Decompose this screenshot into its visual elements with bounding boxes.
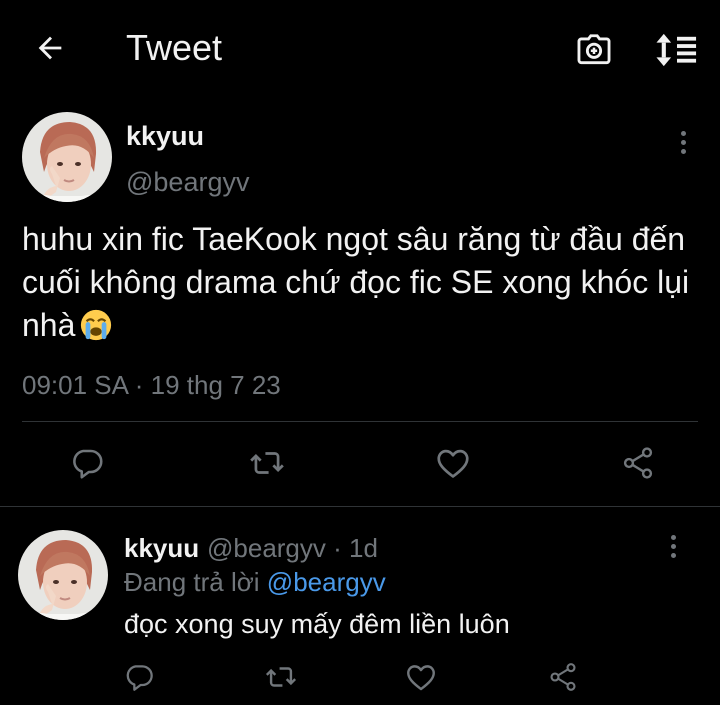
retweet-button[interactable] xyxy=(242,438,292,488)
page-title: Tweet xyxy=(126,27,223,68)
reply-like-button[interactable] xyxy=(396,652,446,702)
reply-share-button[interactable] xyxy=(538,652,588,702)
profile-photo xyxy=(22,112,112,202)
like-button[interactable] xyxy=(428,438,478,488)
loudly-crying-face-icon xyxy=(81,309,112,341)
tweet-text: huhu xin fic TaeKook ngọt sâu răng từ đầ… xyxy=(22,221,690,343)
avatar[interactable] xyxy=(22,112,112,202)
reply-avatar[interactable] xyxy=(18,530,108,620)
reply-handle-time: @beargyv · 1d xyxy=(207,533,378,563)
replying-to: Đang trả lời @beargyv xyxy=(124,567,386,597)
arrow-left-icon xyxy=(38,36,62,60)
share-icon xyxy=(550,663,576,691)
share-button[interactable] xyxy=(613,438,663,488)
reply-retweet-button[interactable] xyxy=(256,652,306,702)
reply-icon xyxy=(126,665,153,691)
reply-icon xyxy=(73,449,103,479)
more-dots-icon xyxy=(680,130,686,136)
author-handle[interactable]: @beargyv xyxy=(126,167,249,198)
divider xyxy=(22,421,698,422)
share-icon xyxy=(623,447,653,479)
thread-divider xyxy=(0,506,720,507)
reply-button[interactable] xyxy=(62,438,112,488)
like-icon xyxy=(437,449,469,478)
like-icon xyxy=(407,665,435,691)
more-dots-icon xyxy=(670,534,676,540)
reply-reply-button[interactable] xyxy=(114,652,164,702)
camera-button[interactable] xyxy=(572,28,616,72)
tweet-timestamp: 09:01 SA · 19 thg 7 23 xyxy=(22,370,281,400)
author-name[interactable]: kkyuu xyxy=(126,121,204,152)
reply-author-name[interactable]: kkyuu xyxy=(124,533,199,564)
reply-text: đọc xong suy mấy đêm liền luôn xyxy=(124,609,510,639)
sort-icon xyxy=(656,33,697,67)
retweet-icon xyxy=(250,452,284,474)
mention-link[interactable]: @beargyv xyxy=(267,567,386,597)
top-bar: Tweet xyxy=(0,0,720,96)
profile-photo xyxy=(18,530,108,620)
sort-button[interactable] xyxy=(652,28,702,72)
retweet-icon xyxy=(265,667,297,687)
reply-more-options-button[interactable] xyxy=(658,526,688,566)
more-options-button[interactable] xyxy=(668,122,698,162)
camera-icon xyxy=(577,34,611,65)
back-button[interactable] xyxy=(28,26,72,70)
